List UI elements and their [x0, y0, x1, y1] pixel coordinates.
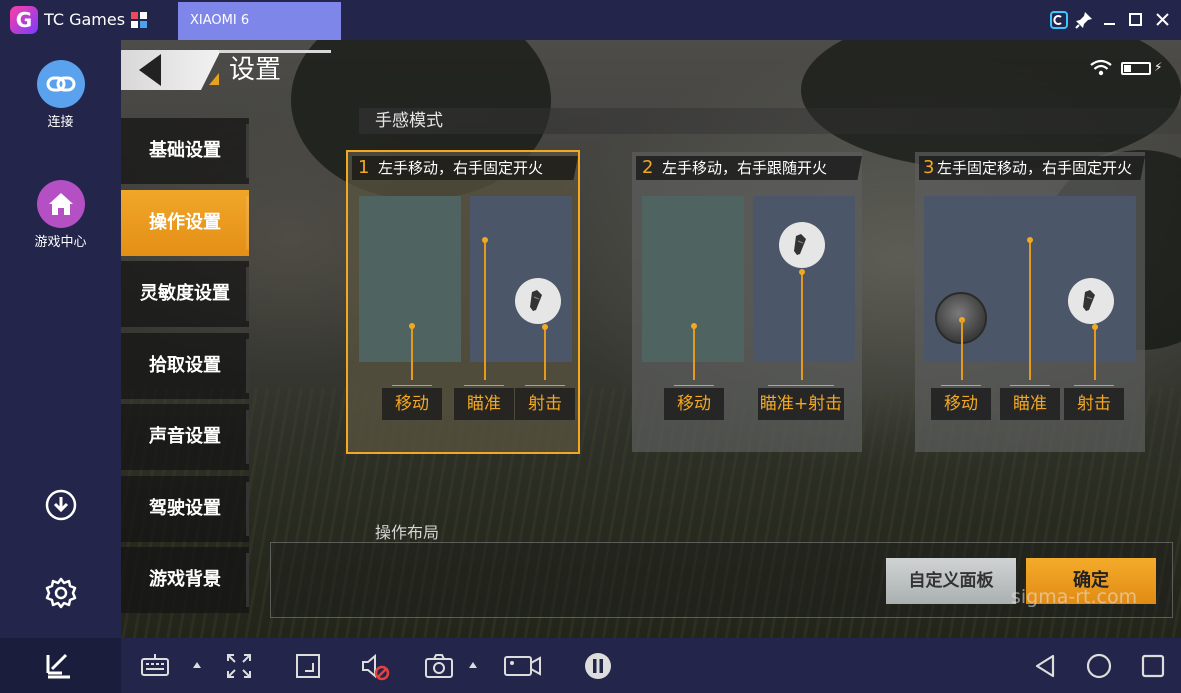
fire-button-icon — [1068, 278, 1114, 324]
label-aim-fire: 瞄准+射击 — [758, 385, 844, 420]
menu-driving-settings[interactable]: 驾驶设置 — [121, 476, 249, 542]
android-back-icon[interactable] — [1031, 651, 1061, 681]
sidebar-item-connect[interactable]: 连接 — [0, 60, 121, 132]
title-decoration — [219, 50, 331, 53]
card-number: 2 — [642, 157, 654, 178]
label-move: 移动 — [382, 385, 442, 420]
back-arrow-icon — [139, 54, 161, 86]
card-title: 左手固定移动，右手固定开火 — [937, 159, 1133, 177]
layout-title-container: 操作布局 — [371, 522, 491, 542]
screenshot-camera-icon[interactable] — [424, 651, 454, 681]
fire-pin — [1094, 327, 1096, 380]
window-size-icon[interactable] — [293, 651, 323, 681]
card-title: 左手移动，右手固定开火 — [378, 159, 544, 177]
move-pin — [411, 326, 413, 380]
sidebar-item-game-center[interactable]: 游戏中心 — [0, 180, 121, 252]
android-home-icon[interactable] — [1084, 651, 1114, 681]
label-move: 移动 — [664, 385, 724, 420]
app-title: TC Games — [44, 10, 126, 29]
mode-card-2[interactable]: 2 左手移动，右手跟随开火 移动 瞄准+射击 — [632, 152, 862, 452]
mode-card-3[interactable]: 3 左手固定移动，右手固定开火 移动 瞄准 射击 — [915, 152, 1145, 452]
pause-icon[interactable] — [583, 651, 613, 681]
aim-pin — [1029, 240, 1031, 380]
label-fire: 射击 — [515, 385, 575, 420]
fire-button-icon — [515, 278, 561, 324]
tc-games-logo-icon — [10, 6, 38, 34]
pin-icon[interactable] — [1073, 9, 1095, 31]
bottom-toolbar — [0, 638, 1181, 693]
menu-basic-settings[interactable]: 基础设置 — [121, 118, 249, 184]
menu-sensitivity-settings[interactable]: 灵敏度设置 — [121, 261, 249, 327]
sidebar-item-label: 连接 — [47, 115, 74, 130]
mute-icon[interactable] — [360, 651, 390, 681]
page-title: 设置 — [229, 55, 282, 85]
move-dot — [691, 323, 697, 329]
link-icon — [36, 60, 85, 108]
minimize-icon[interactable] — [1099, 9, 1121, 31]
battery-icon — [1121, 62, 1151, 75]
aim-fire-dot — [799, 269, 805, 275]
move-zone — [359, 196, 461, 362]
card-title: 左手移动，右手跟随开火 — [662, 159, 828, 177]
menu-sound-settings[interactable]: 声音设置 — [121, 404, 249, 470]
aim-fire-zone — [753, 196, 855, 362]
card-number: 1 — [358, 157, 370, 178]
move-dot — [409, 323, 415, 329]
section-header-bar — [359, 108, 1181, 134]
close-icon[interactable] — [1152, 9, 1174, 31]
game-screen: 设置 ⚡ 基础设置 操作设置 灵敏度设置 拾取设置 声音设置 驾驶设置 游戏背景… — [121, 40, 1181, 638]
sidebar-item-label: 游戏中心 — [34, 235, 87, 250]
screen-icon[interactable] — [1048, 9, 1070, 31]
title-accent-icon — [209, 73, 219, 85]
watermark: sigma-rt.com — [1011, 586, 1138, 608]
fire-dot — [1092, 324, 1098, 330]
left-sidebar: 连接 游戏中心 — [0, 40, 121, 638]
feel-mode-title: 手感模式 — [375, 111, 443, 131]
aim-dot — [482, 237, 488, 243]
android-recents-icon[interactable] — [1138, 651, 1168, 681]
menu-pickup-settings[interactable]: 拾取设置 — [121, 333, 249, 399]
menu-game-background[interactable]: 游戏背景 — [121, 547, 249, 613]
download-icon[interactable] — [44, 488, 78, 522]
fire-button-icon — [779, 222, 825, 268]
wifi-icon — [1089, 58, 1113, 78]
device-tab[interactable]: XIAOMI 6 — [178, 2, 341, 40]
label-move: 移动 — [931, 385, 991, 420]
home-icon — [36, 180, 85, 228]
menu-control-settings[interactable]: 操作设置 — [121, 190, 249, 256]
label-aim: 瞄准 — [1000, 385, 1060, 420]
aim-pin — [484, 240, 486, 380]
move-pin — [693, 326, 695, 380]
apps-grid-icon[interactable] — [131, 12, 147, 28]
bottom-left-panel — [0, 638, 121, 693]
collapse-icon[interactable] — [44, 651, 74, 681]
record-video-icon[interactable] — [503, 651, 543, 681]
screenshot-dropdown-icon[interactable] — [469, 662, 477, 668]
mode-card-1[interactable]: 1 左手移动，右手固定开火 移动 瞄准 射击 — [346, 150, 580, 454]
keyboard-dropdown-icon[interactable] — [193, 662, 201, 668]
fire-dot — [542, 324, 548, 330]
back-button[interactable] — [121, 50, 221, 90]
label-aim: 瞄准 — [454, 385, 514, 420]
keyboard-icon[interactable] — [140, 651, 170, 681]
aim-fire-pin — [801, 272, 803, 380]
fullscreen-icon[interactable] — [224, 651, 254, 681]
charging-icon: ⚡ — [1154, 60, 1163, 74]
fire-pin — [544, 327, 546, 380]
label-fire: 射击 — [1064, 385, 1124, 420]
custom-panel-button[interactable]: 自定义面板 — [886, 558, 1016, 604]
title-bar: TC Games XIAOMI 6 — [0, 0, 1181, 40]
aim-dot — [1027, 237, 1033, 243]
settings-gear-icon[interactable] — [44, 576, 78, 610]
layout-title: 操作布局 — [375, 523, 440, 542]
move-pin-upper — [961, 320, 963, 380]
card-number: 3 — [923, 157, 935, 178]
maximize-icon[interactable] — [1125, 9, 1147, 31]
